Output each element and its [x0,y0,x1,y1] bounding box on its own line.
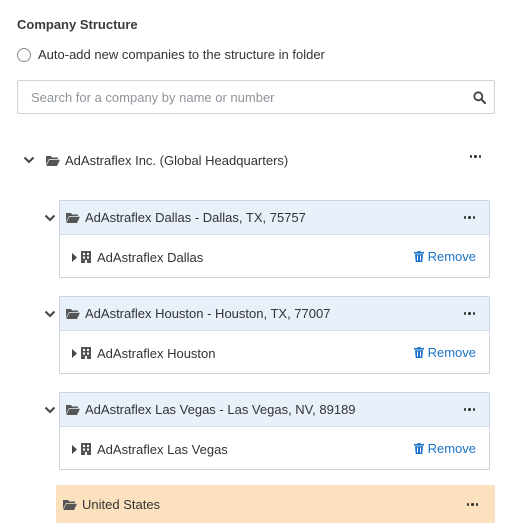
page-title: Company Structure [17,17,138,32]
company-row[interactable]: AdAstraflex Houston Remove [60,331,489,375]
auto-add-radio[interactable] [17,47,31,62]
folder-header[interactable]: AdAstraflex Houston - Houston, TX, 77007 [60,297,489,331]
more-horizontal-icon[interactable] [463,216,475,219]
company-row[interactable]: AdAstraflex Dallas Remove [60,235,489,279]
trash-icon [413,347,424,358]
company-name: AdAstraflex Houston [97,345,216,361]
remove-button[interactable]: Remove [413,441,476,456]
new-folder-label: United States [82,496,161,512]
company-name: AdAstraflex Dallas [97,249,204,265]
folder-header[interactable]: AdAstraflex Dallas - Dallas, TX, 75757 [60,201,489,235]
folder-card-las-vegas: AdAstraflex Las Vegas - Las Vegas, NV, 8… [59,392,490,470]
auto-add-label: Auto-add new companies to the structure … [38,47,325,62]
building-icon [81,443,91,455]
search-icon[interactable] [464,90,494,104]
more-horizontal-icon[interactable] [463,312,475,315]
caret-right-icon[interactable] [72,444,77,454]
building-icon [81,251,91,263]
tree-root-row[interactable]: AdAstraflex Inc. (Global Headquarters) [17,148,495,172]
more-horizontal-icon[interactable] [466,503,478,506]
chevron-down-icon[interactable] [43,307,57,321]
search-input[interactable] [18,82,464,112]
chevron-down-icon[interactable] [43,211,57,225]
folder-label: AdAstraflex Houston - Houston, TX, 77007 [85,306,331,321]
folder-open-icon [66,212,80,223]
folder-card-houston: AdAstraflex Houston - Houston, TX, 77007… [59,296,490,374]
company-row[interactable]: AdAstraflex Las Vegas Remove [60,427,489,471]
folder-open-icon [66,404,80,415]
remove-label: Remove [427,249,476,264]
trash-icon [413,443,424,454]
remove-button[interactable]: Remove [413,345,476,360]
remove-button[interactable]: Remove [413,249,476,264]
folder-label: AdAstraflex Las Vegas - Las Vegas, NV, 8… [85,402,356,417]
caret-right-icon[interactable] [72,348,77,358]
new-folder-row[interactable]: United States [56,485,495,523]
building-icon [81,347,91,359]
more-horizontal-icon[interactable] [463,408,475,411]
auto-add-option[interactable]: Auto-add new companies to the structure … [17,47,325,62]
chevron-down-icon[interactable] [43,403,57,417]
root-folder-label: AdAstraflex Inc. (Global Headquarters) [65,152,289,168]
company-name: AdAstraflex Las Vegas [97,441,228,457]
folder-card-dallas: AdAstraflex Dallas - Dallas, TX, 75757 A… [59,200,490,278]
folder-open-icon [66,308,80,319]
folder-open-icon [46,155,60,166]
remove-label: Remove [427,345,476,360]
chevron-down-icon[interactable] [22,156,36,164]
remove-label: Remove [427,441,476,456]
folder-label: AdAstraflex Dallas - Dallas, TX, 75757 [85,210,306,225]
search-box [17,80,495,114]
folder-open-icon [63,499,77,510]
trash-icon [413,251,424,262]
more-horizontal-icon[interactable] [469,155,481,158]
caret-right-icon[interactable] [72,252,77,262]
folder-header[interactable]: AdAstraflex Las Vegas - Las Vegas, NV, 8… [60,393,489,427]
